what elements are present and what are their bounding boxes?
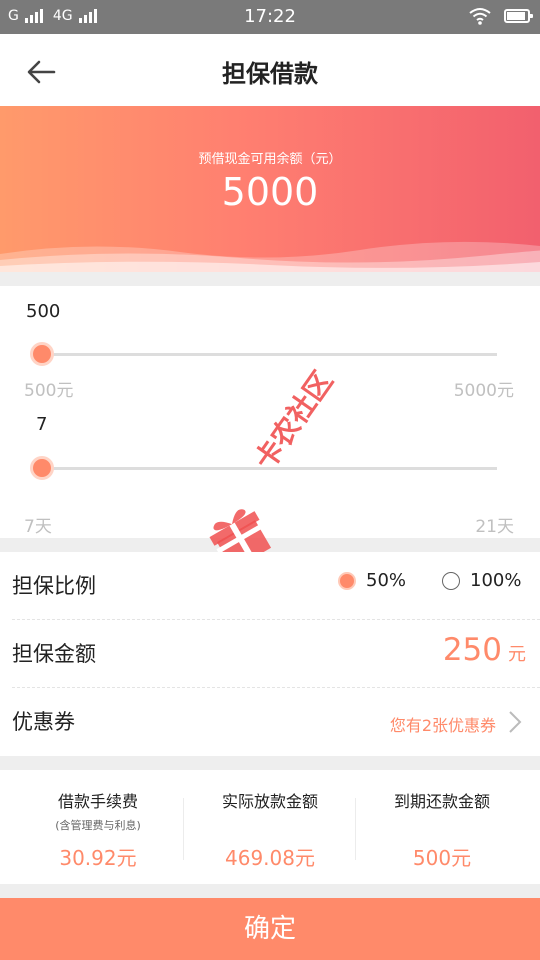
coupon-row[interactable]: 优惠券 您有2张优惠券 — [0, 688, 540, 756]
guarantee-ratio-label: 担保比例 — [12, 574, 96, 598]
slider-card: 500 500元 5000元 7 7天 21天 — [0, 286, 540, 538]
ratio-option-50[interactable]: 50% — [338, 570, 406, 591]
ratio-option-100[interactable]: 100% — [442, 570, 521, 591]
ratio-option-50-label: 50% — [366, 570, 407, 591]
status-right — [468, 7, 533, 25]
radio-selected-icon — [338, 571, 356, 590]
guarantee-amount-unit: 元 — [508, 644, 526, 665]
balance-label: 预借现金可用余额（元） — [198, 152, 342, 167]
balance-banner: 预借现金可用余额（元） 5000 — [0, 106, 540, 272]
confirm-button[interactable]: 确定 — [0, 898, 540, 960]
summary-disbursed: 实际放款金额 469.08元 — [180, 770, 360, 884]
guarantee-amount-label: 担保金额 — [12, 642, 96, 666]
amount-slider-thumb[interactable] — [30, 342, 54, 366]
disbursed-value: 469.08元 — [225, 846, 315, 870]
wifi-icon — [469, 8, 491, 25]
coupon-count-text[interactable]: 您有2张优惠券 — [390, 712, 496, 736]
days-slider-max: 21天 — [475, 517, 514, 537]
battery-charging-icon — [504, 9, 533, 23]
days-slider-value: 7 — [36, 414, 48, 435]
options-card: 担保比例 50% 100% 担保金额 250 元 优惠券 您有2张优惠券 — [0, 552, 540, 756]
guarantee-amount: 250 元 — [443, 632, 526, 668]
guarantee-ratio-row: 担保比例 50% 100% — [0, 552, 540, 620]
guarantee-amount-value: 250 — [442, 632, 502, 668]
disbursed-title: 实际放款金额 — [221, 792, 318, 811]
amount-slider-track[interactable] — [42, 353, 497, 356]
guarantee-amount-row: 担保金额 250 元 — [0, 620, 540, 688]
fee-title: 借款手续费 — [57, 792, 138, 811]
fee-summary-card: 借款手续费 (含管理费与利息) 30.92元 实际放款金额 469.08元 到期… — [0, 770, 540, 884]
status-time: 17:22 — [244, 6, 296, 27]
days-slider-track[interactable] — [42, 467, 497, 470]
status-bar: G 4G 17:22 — [0, 0, 540, 34]
days-slider-thumb[interactable] — [30, 456, 54, 480]
balance-amount: 5000 — [221, 170, 319, 214]
amount-slider-value: 500 — [26, 301, 61, 322]
repayment-title: 到期还款金额 — [393, 792, 490, 811]
days-slider-min: 7天 — [24, 517, 52, 537]
amount-slider-max: 5000元 — [453, 381, 514, 401]
fee-value: 30.92元 — [59, 846, 137, 870]
page-title: 担保借款 — [222, 60, 318, 88]
nav-bar: 担保借款 — [0, 34, 540, 106]
coupon-label: 优惠券 — [12, 710, 75, 734]
summary-repayment: 到期还款金额 500元 — [352, 770, 532, 884]
radio-unselected-icon — [442, 571, 460, 590]
fee-subtitle: (含管理费与利息) — [55, 819, 141, 832]
chevron-right-icon[interactable] — [508, 710, 522, 734]
amount-slider-min: 500元 — [24, 381, 74, 401]
repayment-value: 500元 — [412, 846, 472, 870]
wave-decoration — [0, 241, 540, 272]
ratio-option-100-label: 100% — [470, 570, 522, 591]
summary-fee: 借款手续费 (含管理费与利息) 30.92元 — [8, 770, 188, 884]
